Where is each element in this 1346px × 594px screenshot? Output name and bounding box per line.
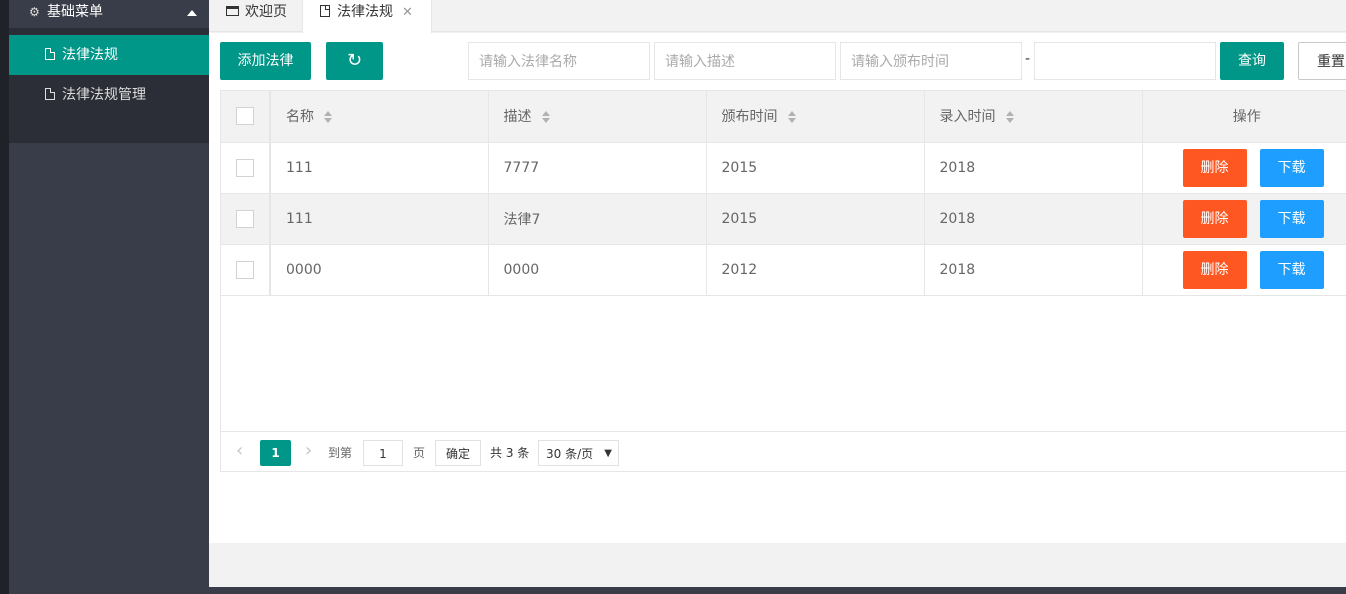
- table-row: 0000 0000 2012 2018 删除 下载: [221, 244, 1346, 296]
- sidebar-group-label: 基础菜单: [47, 4, 103, 20]
- page-unit-label: 页: [413, 446, 426, 460]
- tab-label: 法律法规: [337, 4, 393, 20]
- file-icon: [45, 88, 55, 100]
- tab-label: 欢迎页: [245, 4, 287, 20]
- cell-description: 7777: [488, 142, 707, 194]
- table-row: 111 7777 2015 2018 删除 下载: [221, 142, 1346, 194]
- tab-bar: 欢迎页 法律法规 ✕: [209, 0, 1346, 33]
- footer-area: [209, 543, 1346, 587]
- cell-actions: 删除 下载: [1142, 142, 1346, 194]
- column-label: 颁布时间: [721, 109, 778, 126]
- window-edge: [0, 0, 9, 594]
- law-name-input[interactable]: [468, 42, 650, 80]
- cell-entry-date: 2018: [924, 142, 1143, 194]
- description-input[interactable]: [654, 42, 836, 80]
- cell-entry-date: 2018: [924, 244, 1143, 296]
- gear-icon: ⚙: [29, 5, 40, 19]
- main-area: 欢迎页 法律法规 ✕ 添加法律 ↻ - 查询 重置 名称 描述: [209, 0, 1346, 587]
- issue-date-start-input[interactable]: [840, 42, 1022, 80]
- tab-law-regulations[interactable]: 法律法规 ✕: [302, 0, 432, 33]
- row-checkbox[interactable]: [236, 158, 254, 177]
- download-button[interactable]: 下载: [1259, 250, 1324, 289]
- delete-button[interactable]: 删除: [1182, 199, 1247, 238]
- pagination: ‹ 1 › 到第 1 页 确定 共 3 条 30 条/页 ▼: [220, 431, 1346, 472]
- caret-up-icon: [187, 10, 197, 16]
- next-page-button[interactable]: ›: [305, 438, 312, 464]
- sidebar-item-label: 法律法规: [62, 47, 118, 63]
- row-checkbox[interactable]: [236, 209, 254, 228]
- search-button[interactable]: 查询: [1220, 42, 1284, 80]
- sidebar-item-label: 法律法规管理: [62, 87, 146, 103]
- row-checkbox[interactable]: [236, 260, 254, 279]
- sidebar-submenu: 法律法规 法律法规管理: [9, 28, 209, 143]
- reset-button[interactable]: 重置: [1298, 42, 1346, 80]
- law-table: 名称 描述 颁布时间 录入时间 操作 111 7777 2015 2018 删除…: [220, 90, 1346, 472]
- content-panel: 添加法律 ↻ - 查询 重置 名称 描述 颁布时间 录入时间: [209, 33, 1346, 543]
- column-header-entry-date[interactable]: 录入时间: [924, 91, 1143, 143]
- refresh-icon: ↻: [346, 50, 363, 71]
- delete-button[interactable]: 删除: [1182, 148, 1247, 187]
- file-icon: [45, 48, 55, 60]
- column-header-description[interactable]: 描述: [488, 91, 707, 143]
- sidebar-group-basic-menu[interactable]: ⚙ 基础菜单: [9, 0, 209, 28]
- sidebar: ⚙ 基础菜单 法律法规 法律法规管理: [9, 0, 209, 587]
- prev-page-button[interactable]: ‹: [236, 438, 243, 464]
- sidebar-item-law-regulations[interactable]: 法律法规: [9, 35, 209, 75]
- date-range-separator: -: [1025, 51, 1031, 67]
- select-all-checkbox[interactable]: [236, 107, 254, 126]
- sidebar-item-law-management[interactable]: 法律法规管理: [9, 75, 209, 115]
- page-size-value: 30 条/页: [546, 447, 594, 461]
- goto-label: 到第: [328, 446, 353, 460]
- file-icon: [320, 5, 330, 17]
- row-select-cell: [221, 142, 271, 194]
- column-label: 录入时间: [939, 109, 996, 126]
- current-page[interactable]: 1: [260, 440, 291, 466]
- cell-entry-date: 2018: [924, 193, 1143, 245]
- goto-page-input[interactable]: 1: [363, 440, 403, 466]
- select-all-cell: [221, 91, 271, 143]
- close-icon[interactable]: ✕: [402, 1, 413, 25]
- delete-button[interactable]: 删除: [1182, 250, 1247, 289]
- total-count: 共 3 条: [490, 446, 530, 460]
- download-button[interactable]: 下载: [1259, 148, 1324, 187]
- issue-date-end-input[interactable]: [1034, 42, 1216, 80]
- goto-confirm-button[interactable]: 确定: [435, 440, 481, 466]
- sort-icon[interactable]: [787, 111, 797, 124]
- cell-actions: 删除 下载: [1142, 193, 1346, 245]
- cell-name: 111: [270, 193, 489, 245]
- column-label: 描述: [503, 109, 532, 126]
- column-header-issue-date[interactable]: 颁布时间: [706, 91, 925, 143]
- cell-actions: 删除 下载: [1142, 244, 1346, 296]
- cell-description: 法律7: [488, 193, 707, 245]
- window-icon: [226, 6, 239, 16]
- column-label: 名称: [286, 109, 314, 126]
- table-row: 111 法律7 2015 2018 删除 下载: [221, 193, 1346, 245]
- add-law-button[interactable]: 添加法律: [220, 42, 311, 80]
- cell-description: 0000: [488, 244, 707, 296]
- sort-icon[interactable]: [1005, 111, 1015, 124]
- sort-icon[interactable]: [541, 111, 551, 124]
- row-select-cell: [221, 193, 271, 245]
- refresh-button[interactable]: ↻: [326, 42, 383, 80]
- row-select-cell: [221, 244, 271, 296]
- page-size-select[interactable]: 30 条/页 ▼: [538, 440, 619, 466]
- table-header-row: 名称 描述 颁布时间 录入时间 操作: [221, 91, 1346, 143]
- sort-icon[interactable]: [324, 111, 333, 124]
- tab-welcome[interactable]: 欢迎页: [209, 0, 301, 32]
- cell-name: 0000: [270, 244, 489, 296]
- column-header-actions: 操作: [1142, 91, 1346, 143]
- cell-issue-date: 2015: [706, 142, 925, 194]
- download-button[interactable]: 下载: [1259, 199, 1324, 238]
- cell-name: 111: [270, 142, 489, 194]
- column-header-name[interactable]: 名称: [270, 91, 489, 143]
- dropdown-arrow-icon: ▼: [604, 448, 612, 459]
- cell-issue-date: 2012: [706, 244, 925, 296]
- cell-issue-date: 2015: [706, 193, 925, 245]
